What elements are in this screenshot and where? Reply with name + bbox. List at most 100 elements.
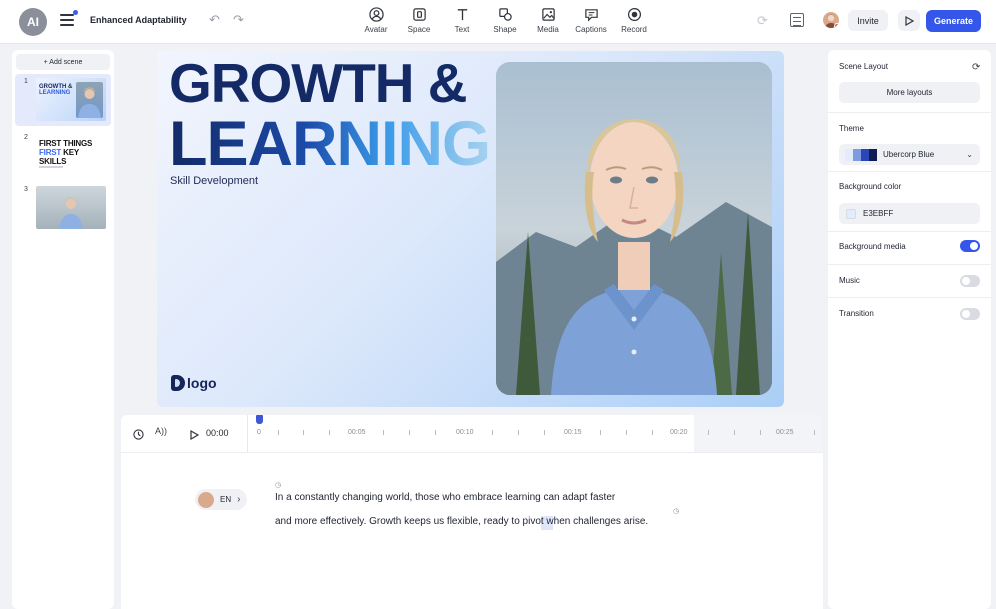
tick: [278, 430, 279, 435]
tick: [409, 430, 410, 435]
tick: [544, 430, 545, 435]
tick-label: 00:05: [348, 429, 366, 436]
tool-captions[interactable]: Captions: [570, 6, 612, 38]
presenter-illustration: [496, 62, 772, 395]
voice-selector[interactable]: EN ›: [195, 489, 247, 510]
theme-swatches: [845, 148, 877, 161]
scene-item-3[interactable]: 3: [15, 182, 111, 234]
scene-number: 1: [24, 78, 28, 85]
script-start-marker-icon: ◷: [275, 482, 282, 489]
background-media-toggle[interactable]: [960, 240, 980, 252]
tick: [435, 430, 436, 435]
scene-layout-title: Scene Layout: [839, 62, 888, 71]
scene-thumbnail: [36, 186, 106, 229]
record-icon: [627, 6, 642, 22]
tool-space[interactable]: Space: [398, 6, 440, 38]
voice-settings-icon[interactable]: A)): [155, 426, 167, 436]
script-text-line[interactable]: In a constantly changing world, those wh…: [275, 492, 615, 503]
avatar-icon: [368, 6, 384, 22]
theme-name: Ubercorp Blue: [883, 150, 935, 159]
insert-toolbar: Avatar Space Text Shape Media Captions R…: [355, 6, 656, 38]
thumbnail-title: FIRST THINGS FIRST KEY SKILLS: [39, 139, 93, 166]
timeline-divider: [247, 415, 248, 452]
tick: [814, 430, 815, 435]
tick-label: 00:25: [776, 429, 794, 436]
tool-label: Shape: [493, 25, 517, 34]
thumbnail-avatar: [76, 82, 103, 118]
transition-toggle[interactable]: [960, 308, 980, 320]
tool-label: Space: [407, 25, 431, 34]
play-icon: [905, 15, 914, 26]
tick-label: 0: [257, 429, 261, 436]
scene-number: 3: [24, 186, 28, 193]
scene-item-1[interactable]: 1 GROWTH & LEARNING: [15, 74, 111, 126]
preview-button[interactable]: [898, 10, 920, 31]
media-icon: [541, 6, 556, 22]
project-title[interactable]: Enhanced Adaptability: [90, 15, 187, 25]
shape-icon: [498, 6, 513, 22]
scene-canvas[interactable]: GROWTH & LEARNING Skill Development logo: [157, 51, 784, 407]
invite-button[interactable]: Invite: [848, 10, 888, 31]
playhead[interactable]: [256, 415, 263, 424]
more-layouts-button[interactable]: More layouts: [839, 82, 980, 103]
tick: [492, 430, 493, 435]
tool-media[interactable]: Media: [527, 6, 569, 38]
tool-label: Record: [621, 25, 647, 34]
tick: [708, 430, 709, 435]
play-icon[interactable]: [189, 427, 200, 445]
tool-label: Avatar: [364, 25, 388, 34]
redo-icon[interactable]: ↷: [233, 12, 244, 28]
text-icon: [455, 6, 470, 22]
divider: [828, 112, 991, 113]
script-text-line[interactable]: and more effectively. Growth keeps us fl…: [275, 516, 648, 527]
script-editor: EN › ◷ In a constantly changing world, t…: [121, 452, 823, 609]
generate-button[interactable]: Generate: [926, 10, 981, 32]
tool-label: Text: [454, 25, 470, 34]
tick: [600, 430, 601, 435]
tick: [518, 430, 519, 435]
tick: [383, 430, 384, 435]
brand-logo[interactable]: logo: [171, 375, 217, 391]
user-avatar[interactable]: [823, 12, 839, 28]
menu-icon[interactable]: [60, 10, 78, 26]
music-toggle[interactable]: [960, 275, 980, 287]
scene-item-2[interactable]: 2 FIRST THINGS FIRST KEY SKILLS: [15, 130, 111, 182]
tick-label: 00:20: [670, 429, 688, 436]
presence-dot: [834, 23, 839, 28]
background-color-field[interactable]: E3EBFF: [839, 203, 980, 224]
clock-icon[interactable]: [133, 427, 144, 445]
chevron-right-icon: ›: [237, 494, 241, 505]
sync-icon[interactable]: ⟳: [757, 13, 768, 29]
theme-swatch: [845, 148, 853, 161]
undo-icon[interactable]: ↶: [209, 12, 220, 28]
divider: [828, 264, 991, 265]
thumbnail-subtitle: [39, 166, 63, 168]
refresh-icon[interactable]: ⟳: [972, 62, 980, 73]
theme-swatch: [869, 148, 877, 161]
tool-avatar[interactable]: Avatar: [355, 6, 397, 38]
divider: [828, 297, 991, 298]
theme-swatch: [861, 148, 869, 161]
tool-text[interactable]: Text: [441, 6, 483, 38]
scene-thumbnail: FIRST THINGS FIRST KEY SKILLS: [36, 134, 106, 177]
add-scene-button[interactable]: + Add scene: [16, 54, 110, 70]
theme-select[interactable]: Ubercorp Blue ⌄: [839, 144, 980, 165]
script-end-marker-icon: ◷: [673, 508, 680, 515]
tick: [760, 430, 761, 435]
avatar-presenter[interactable]: [496, 62, 772, 395]
app-logo[interactable]: AI: [19, 8, 47, 36]
tool-record[interactable]: Record: [613, 6, 655, 38]
chevron-down-icon: ⌄: [966, 150, 973, 159]
space-icon: [412, 6, 427, 22]
tool-shape[interactable]: Shape: [484, 6, 526, 38]
scenes-panel: + Add scene 1 GROWTH & LEARNING 2 FIRST T…: [12, 50, 114, 609]
divider: [828, 171, 991, 172]
divider: [828, 231, 991, 232]
voice-language: EN: [220, 495, 232, 504]
headline-line-1[interactable]: GROWTH &: [169, 53, 468, 113]
canvas-subtitle[interactable]: Skill Development: [170, 175, 258, 187]
notes-icon[interactable]: [790, 13, 804, 27]
headline-line-2[interactable]: LEARNING: [169, 112, 491, 176]
tick: [734, 430, 735, 435]
thumbnail-title: GROWTH & LEARNING: [39, 84, 73, 96]
